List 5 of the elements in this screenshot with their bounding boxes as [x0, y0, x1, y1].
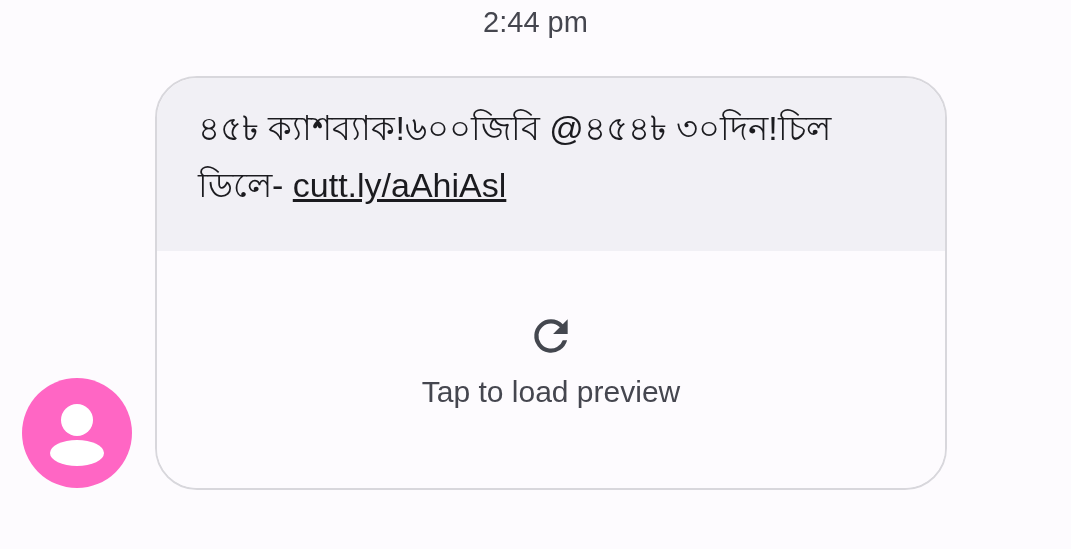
avatar-icon[interactable]: [22, 378, 132, 488]
message-text: ৪৫৳ ক্যাশব্যাক!৬০০জিবি @৪৫৪৳ ৩০দিন!চিল ডিলে- cutt.ly/aAhiAsl: [198, 108, 833, 206]
timestamp: 2:44 pm: [482, 5, 589, 40]
message-bubble[interactable]: ৪৫৳ ক্যাশব্যাক!৬০০জিবি @৪৫৪৳ ৩০দিন!চিল ডিলে- cutt.ly/aAhiAsl Tap to load preview: [155, 76, 947, 490]
link[interactable]: cutt.ly/aAhiAsl: [292, 166, 507, 204]
